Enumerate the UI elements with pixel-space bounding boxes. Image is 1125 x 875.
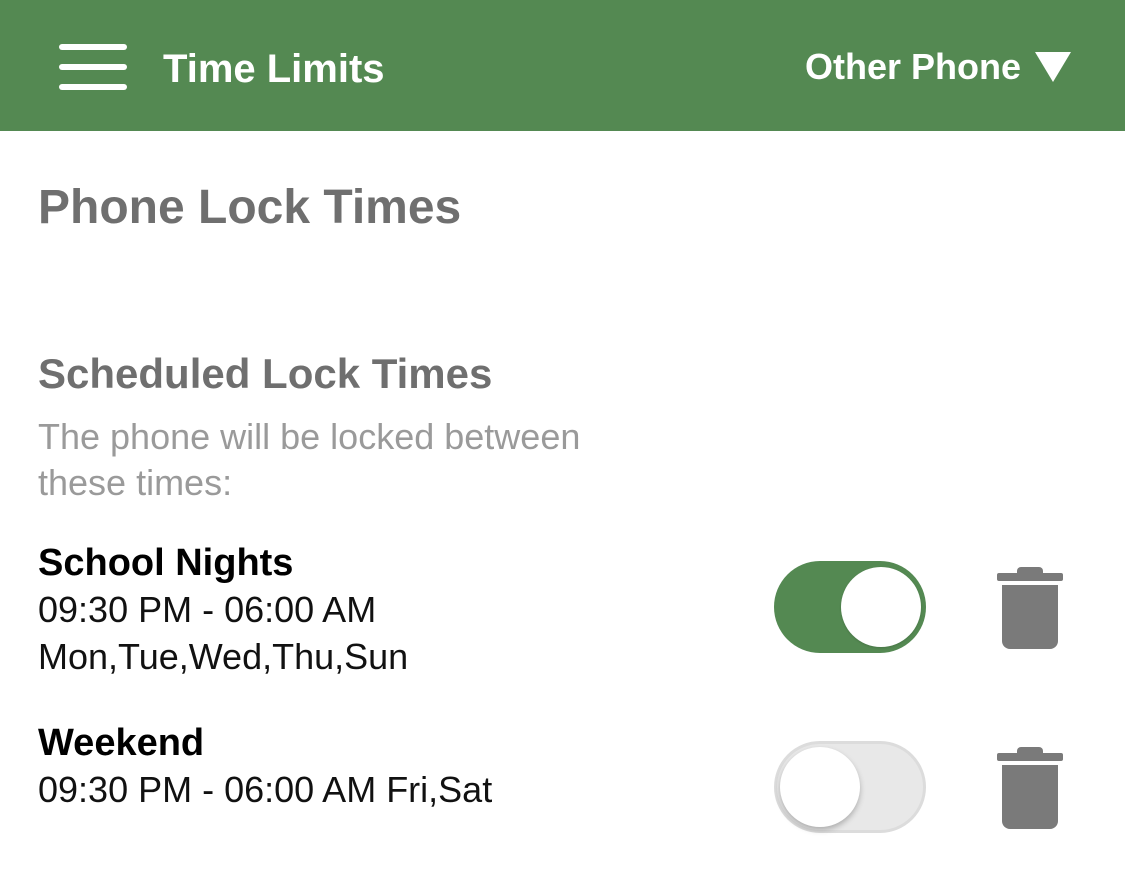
trash-icon-graphic [997,567,1063,649]
menu-bar [59,44,127,50]
app-header: Time Limits Other Phone [0,0,1125,131]
menu-bar [59,84,127,90]
toggle-knob [780,747,860,827]
schedule-item-weekend: Weekend 09:30 PM - 06:00 AM Fri,Sat [38,720,1088,813]
hamburger-menu-icon[interactable] [59,44,127,90]
schedule-days: Mon,Tue,Wed,Thu,Sun [38,636,409,677]
trash-icon-graphic [997,747,1063,829]
schedule-detail: 09:30 PM - 06:00 AM Fri,Sat [38,769,493,810]
schedule-time-range: 09:30 PM - 06:00 AM [38,589,377,630]
section-title: Scheduled Lock Times [38,350,493,397]
header-title: Time Limits [163,47,385,91]
app-screen: Time Limits Other Phone Phone Lock Times… [0,0,1125,875]
trash-icon[interactable] [997,565,1063,649]
trash-icon[interactable] [997,745,1063,829]
menu-bar [59,64,127,70]
device-selector-label: Other Phone [804,46,1021,87]
schedule-toggle-school-nights[interactable] [774,561,926,653]
toggle-knob [841,567,921,647]
section-description: The phone will be locked between these t… [38,416,581,503]
caret-down-icon [1035,52,1071,82]
schedule-name: School Nights [38,542,294,584]
schedule-item-school-nights: School Nights 09:30 PM - 06:00 AM Mon,Tu… [38,540,1088,680]
schedule-name: Weekend [38,722,205,764]
device-selector-dropdown[interactable]: Other Phone [805,44,1071,90]
page-title: Phone Lock Times [38,181,462,234]
schedule-toggle-weekend[interactable] [774,741,926,833]
